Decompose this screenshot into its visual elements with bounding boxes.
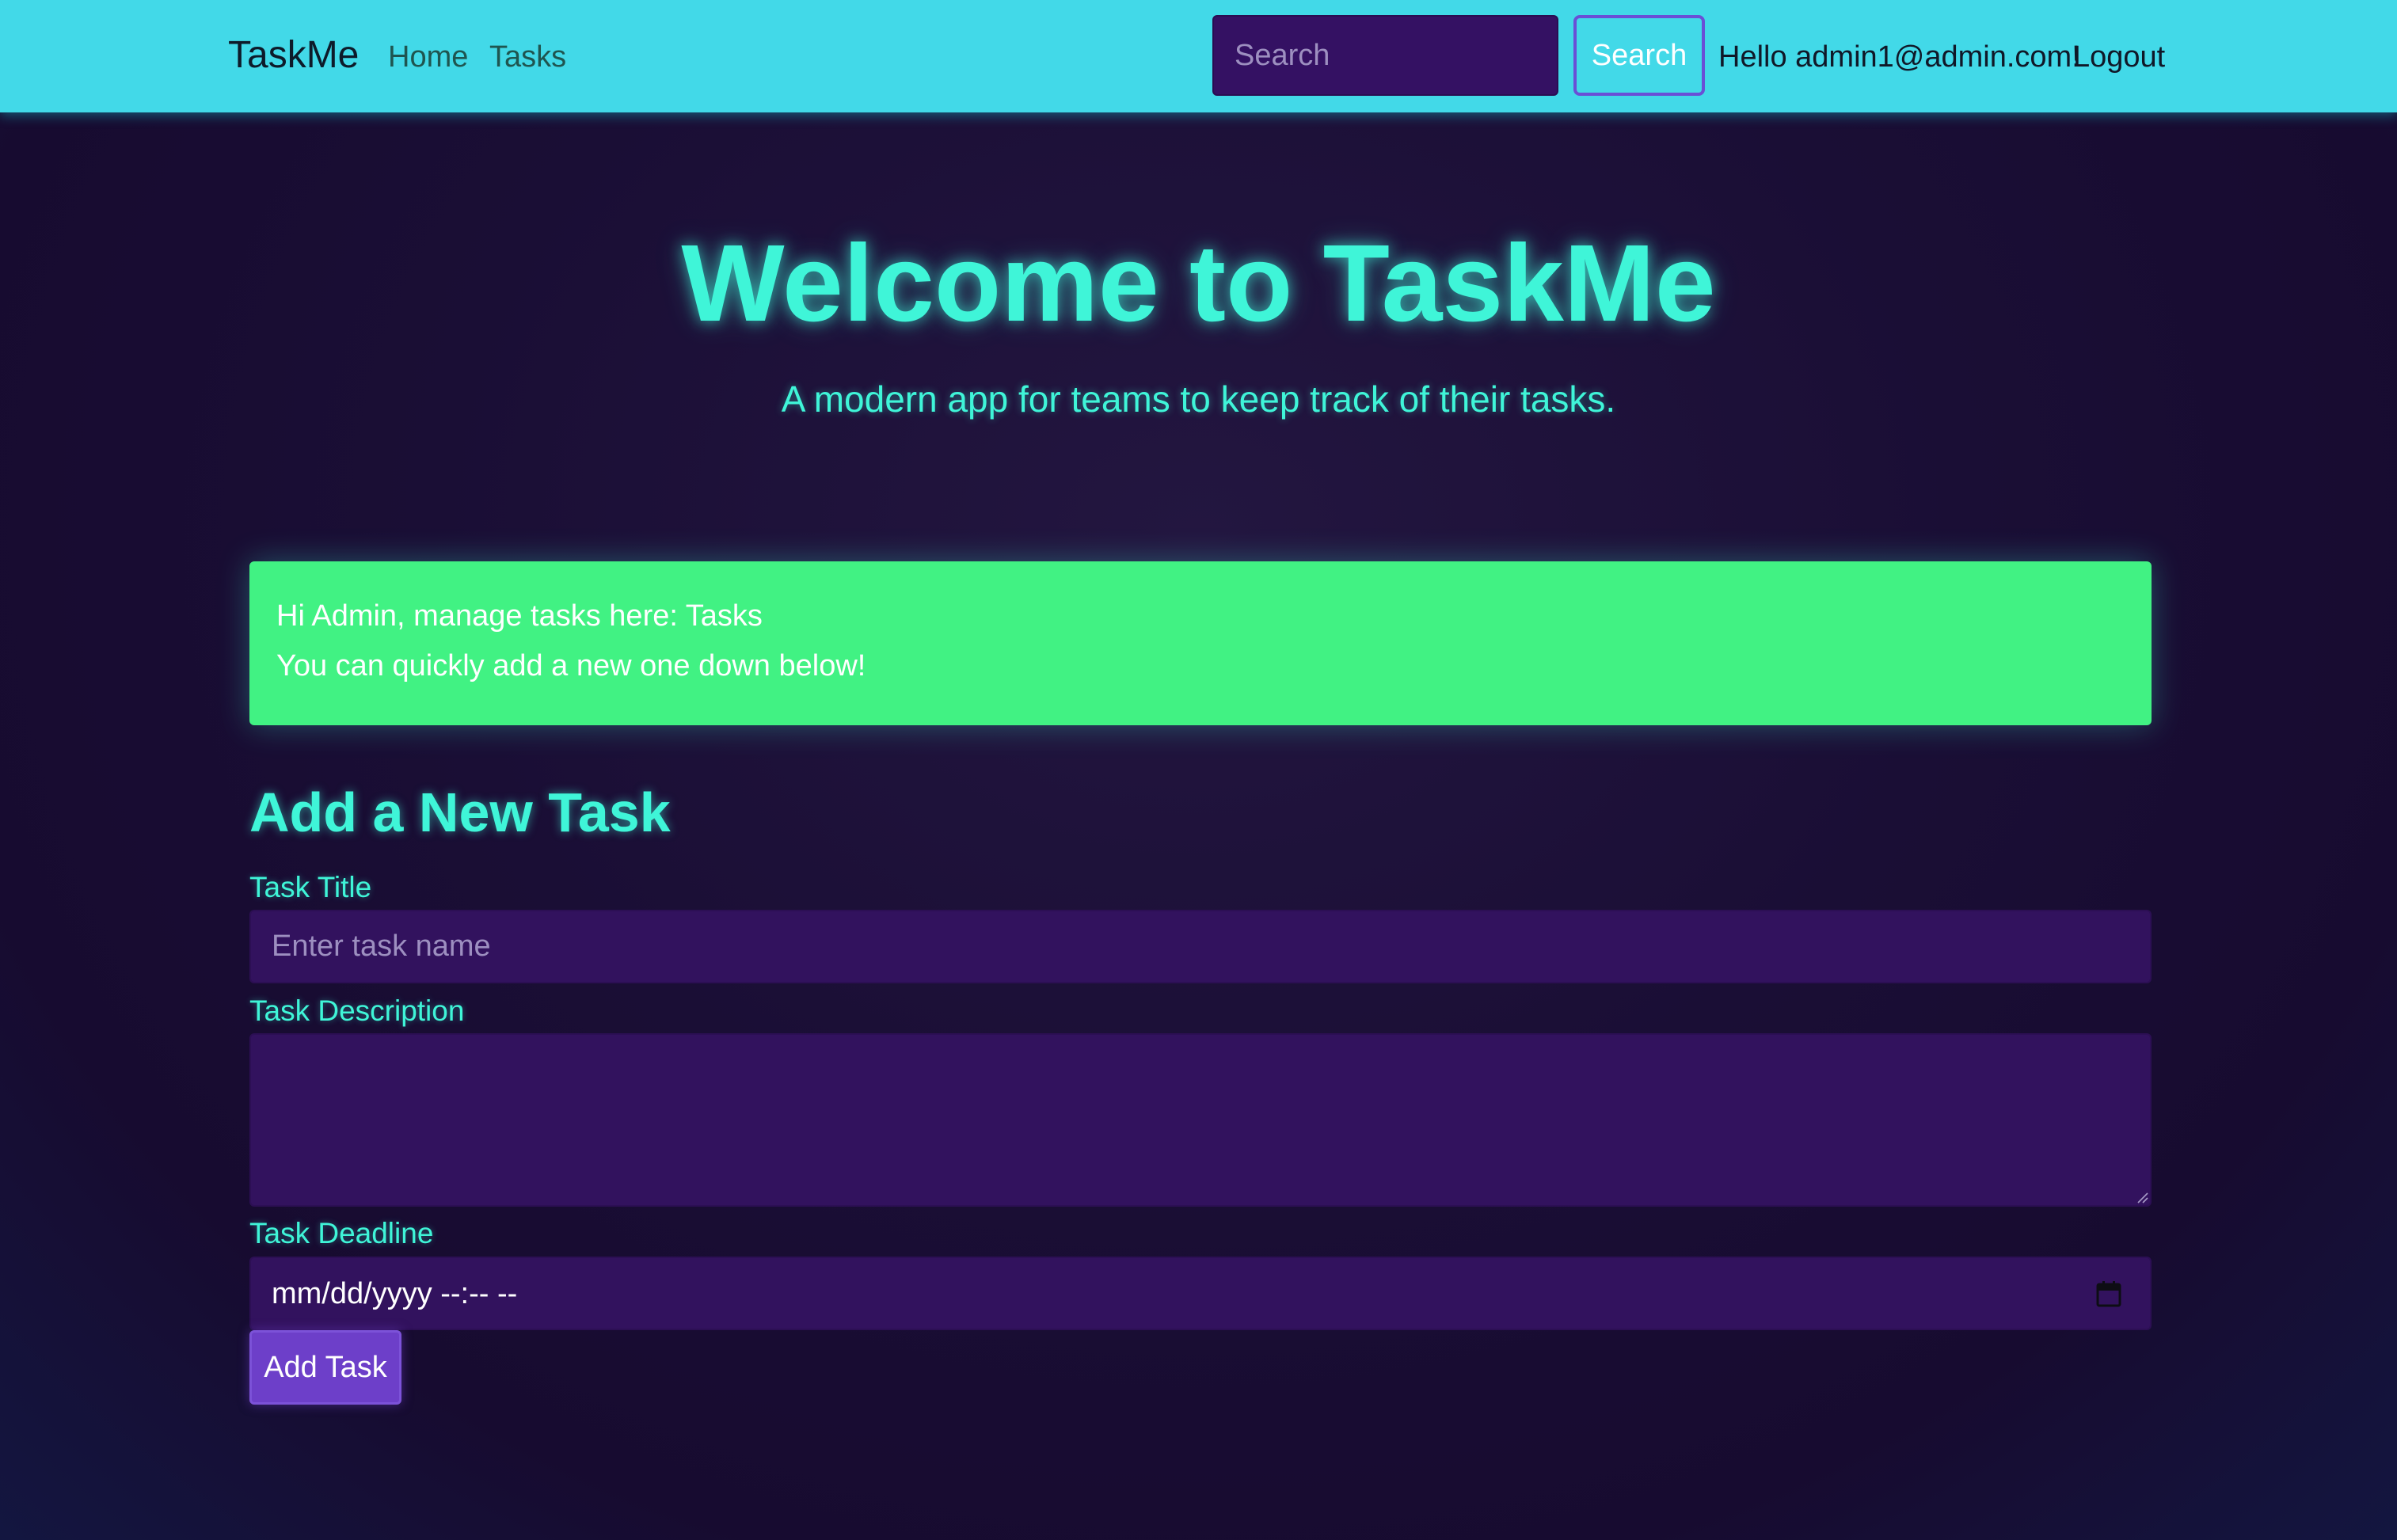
- task-deadline-value: mm/dd/yyyy --:-- --: [272, 1277, 518, 1310]
- task-deadline-input[interactable]: mm/dd/yyyy --:-- --: [249, 1257, 2152, 1330]
- alert-line-1: Hi Admin, manage tasks here: Tasks: [276, 591, 2125, 641]
- add-task-heading: Add a New Task: [249, 781, 671, 843]
- nav-link-tasks[interactable]: Tasks: [489, 33, 566, 81]
- page-title: Welcome to TaskMe: [681, 222, 1716, 344]
- alert-line-2: You can quickly add a new one down below…: [276, 649, 866, 683]
- task-description-textarea[interactable]: [249, 1033, 2152, 1207]
- logout-link[interactable]: Logout: [2073, 33, 2165, 81]
- task-description-label: Task Description: [249, 994, 465, 1027]
- top-navbar: TaskMe Home Tasks Search Hello admin1@ad…: [0, 0, 2397, 112]
- alert-line-1-text: Hi Admin, manage tasks here:: [276, 599, 686, 633]
- calendar-icon[interactable]: [2096, 1280, 2121, 1307]
- search-input[interactable]: [1212, 15, 1558, 96]
- page-subtitle: A modern app for teams to keep track of …: [781, 378, 1616, 420]
- resize-grip-icon[interactable]: [2136, 1191, 2148, 1203]
- user-greeting: Hello admin1@admin.com!: [1718, 40, 2080, 74]
- info-alert: Hi Admin, manage tasks here: Tasks You c…: [249, 561, 2152, 725]
- task-deadline-label: Task Deadline: [249, 1217, 434, 1249]
- nav-link-home[interactable]: Home: [388, 33, 468, 81]
- search-button[interactable]: Search: [1573, 15, 1705, 96]
- alert-tasks-link[interactable]: Tasks: [686, 599, 763, 633]
- brand-logo-link[interactable]: TaskMe: [228, 30, 359, 81]
- add-task-button[interactable]: Add Task: [249, 1330, 401, 1405]
- task-title-label: Task Title: [249, 871, 372, 903]
- task-title-input[interactable]: [249, 910, 2152, 983]
